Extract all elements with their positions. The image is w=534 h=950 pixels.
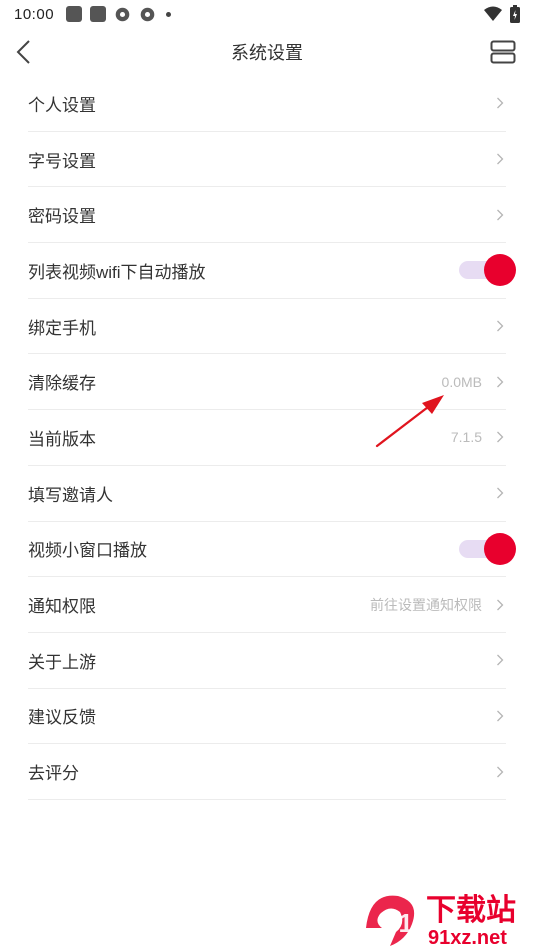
setting-mini-window: 视频小窗口播放 — [28, 522, 516, 578]
setting-label: 绑定手机 — [28, 318, 96, 338]
setting-label: 去评分 — [28, 764, 79, 784]
setting-label: 通知权限 — [28, 597, 96, 617]
layout-switch-icon[interactable] — [490, 40, 516, 64]
page-title: 系统设置 — [231, 43, 303, 63]
chevron-right-icon — [497, 766, 504, 778]
setting-label: 视频小窗口播放 — [28, 541, 147, 561]
back-arrow-icon[interactable] — [14, 38, 34, 66]
battery-icon — [510, 5, 520, 23]
setting-bind-phone[interactable]: 绑定手机 — [28, 299, 506, 355]
setting-feedback[interactable]: 建议反馈 — [28, 689, 506, 745]
chevron-right-icon — [497, 710, 504, 722]
setting-wifi-autoplay: 列表视频wifi下自动播放 — [28, 243, 516, 299]
watermark-title: 下载站 — [426, 893, 516, 928]
version-value: 7.1.5 — [450, 429, 482, 446]
setting-label: 列表视频wifi下自动播放 — [28, 262, 206, 282]
setting-password[interactable]: 密码设置 — [28, 187, 506, 244]
chevron-right-icon — [497, 376, 504, 388]
watermark-logo-number: 91 — [384, 908, 413, 938]
setting-label: 个人设置 — [28, 95, 96, 115]
mini-window-toggle[interactable] — [459, 532, 517, 566]
setting-about[interactable]: 关于上游 — [28, 633, 506, 689]
chevron-right-icon — [497, 320, 504, 332]
cache-size-value: 0.0MB — [441, 373, 482, 390]
setting-notification-permission[interactable]: 通知权限 前往设置通知权限 — [28, 577, 506, 633]
status-bar: 10:00 — [0, 0, 534, 28]
setting-inviter[interactable]: 填写邀请人 — [28, 466, 506, 522]
chevron-right-icon — [497, 432, 504, 443]
setting-label: 字号设置 — [28, 151, 96, 171]
setting-personal[interactable]: 个人设置 — [28, 76, 506, 132]
chevron-right-icon — [497, 153, 504, 165]
settings-notification-icon — [115, 7, 130, 21]
setting-font-size[interactable]: 字号设置 — [28, 132, 506, 188]
settings-notification-icon — [140, 7, 155, 21]
setting-current-version[interactable]: 当前版本 7.1.5 — [28, 410, 506, 466]
setting-label: 密码设置 — [28, 207, 96, 227]
chevron-right-icon — [497, 599, 504, 610]
setting-label: 当前版本 — [28, 429, 96, 449]
notification-app-icon — [90, 6, 107, 22]
nav-bar: 系统设置 — [0, 28, 534, 76]
setting-label: 建议反馈 — [28, 708, 96, 728]
site-watermark-logo: 91 下载站 91xz.net — [366, 893, 516, 949]
setting-label: 填写邀请人 — [28, 485, 113, 505]
more-notifications-dot — [166, 11, 172, 17]
chevron-right-icon — [497, 487, 504, 499]
toggle-knob — [484, 254, 516, 287]
toggle-knob — [484, 532, 516, 565]
setting-rate[interactable]: 去评分 — [28, 744, 506, 800]
notification-app-icon — [66, 6, 83, 22]
watermark-url: 91xz.net — [428, 927, 507, 949]
chevron-right-icon — [497, 654, 504, 666]
setting-clear-cache[interactable]: 清除缓存 0.0MB — [28, 354, 506, 411]
wifi-icon — [484, 6, 502, 21]
chevron-right-icon — [497, 209, 504, 221]
setting-label: 关于上游 — [28, 652, 96, 672]
chevron-right-icon — [497, 97, 504, 109]
wifi-autoplay-toggle[interactable] — [459, 253, 517, 287]
status-time: 10:00 — [14, 5, 55, 23]
notification-permission-hint: 前往设置通知权限 — [370, 596, 482, 613]
settings-list: 个人设置 字号设置 密码设置 列表视频wifi下自动播放 绑定手机 清除缓存 0… — [28, 76, 516, 800]
setting-label: 清除缓存 — [28, 374, 96, 394]
